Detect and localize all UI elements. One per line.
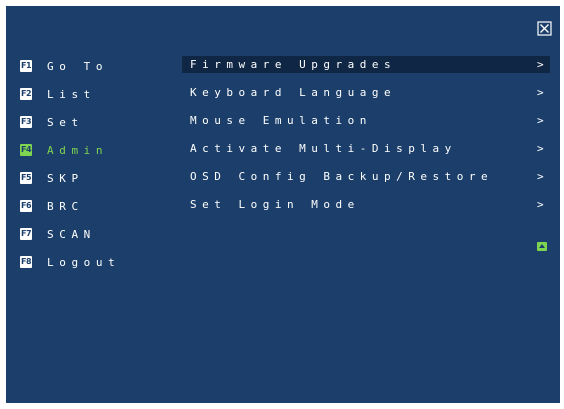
f5-key-icon: F5 bbox=[20, 172, 32, 184]
sidebar-item-label: Admin bbox=[47, 143, 109, 157]
option-activate-multi-display[interactable]: Activate Multi-Display > bbox=[182, 140, 550, 157]
sidebar-item-label: SCAN bbox=[47, 227, 96, 241]
f8-key-icon: F8 bbox=[20, 256, 32, 268]
sidebar-item-label: SKP bbox=[47, 171, 84, 185]
option-label: Set Login Mode bbox=[190, 198, 360, 211]
chevron-right-icon: > bbox=[537, 58, 544, 71]
f6-key-icon: F6 bbox=[20, 200, 32, 212]
f1-key-icon: F1 bbox=[20, 60, 32, 72]
sidebar-item-label: Logout bbox=[47, 255, 121, 269]
sidebar-item-go-to[interactable]: F1 Go To bbox=[20, 57, 108, 75]
chevron-right-icon: > bbox=[537, 142, 544, 155]
f4-key-icon: F4 bbox=[20, 144, 32, 156]
chevron-right-icon: > bbox=[537, 86, 544, 99]
close-icon bbox=[537, 21, 552, 36]
option-mouse-emulation[interactable]: Mouse Emulation > bbox=[182, 112, 550, 129]
sidebar-item-admin[interactable]: F4 Admin bbox=[20, 141, 108, 159]
sidebar-item-skp[interactable]: F5 SKP bbox=[20, 169, 84, 187]
option-firmware-upgrades[interactable]: Firmware Upgrades > bbox=[182, 56, 550, 73]
sidebar-item-scan[interactable]: F7 SCAN bbox=[20, 225, 96, 243]
sidebar-item-label: Go To bbox=[47, 59, 109, 73]
option-keyboard-language[interactable]: Keyboard Language > bbox=[182, 84, 550, 101]
chevron-right-icon: > bbox=[537, 198, 544, 211]
option-label: OSD Config Backup/Restore bbox=[190, 170, 494, 183]
sidebar-item-label: BRC bbox=[47, 199, 84, 213]
f2-key-icon: F2 bbox=[20, 88, 32, 100]
osd-window: F1 Go To F2 List F3 Set F4 Admin F5 SKP … bbox=[6, 6, 560, 403]
chevron-right-icon: > bbox=[537, 170, 544, 183]
close-button[interactable] bbox=[537, 21, 552, 36]
sidebar-item-label: Set bbox=[47, 115, 84, 129]
sidebar-item-list[interactable]: F2 List bbox=[20, 85, 96, 103]
option-label: Activate Multi-Display bbox=[190, 142, 457, 155]
chevron-right-icon: > bbox=[537, 114, 544, 127]
sidebar-item-brc[interactable]: F6 BRC bbox=[20, 197, 84, 215]
option-label: Keyboard Language bbox=[190, 86, 397, 99]
scroll-up-icon[interactable] bbox=[537, 242, 547, 251]
option-label: Mouse Emulation bbox=[190, 114, 372, 127]
f7-key-icon: F7 bbox=[20, 228, 32, 240]
option-label: Firmware Upgrades bbox=[190, 58, 397, 71]
option-set-login-mode[interactable]: Set Login Mode > bbox=[182, 196, 550, 213]
sidebar-item-set[interactable]: F3 Set bbox=[20, 113, 84, 131]
f3-key-icon: F3 bbox=[20, 116, 32, 128]
sidebar-item-label: List bbox=[47, 87, 96, 101]
option-osd-config-backup-restore[interactable]: OSD Config Backup/Restore > bbox=[182, 168, 550, 185]
sidebar-item-logout[interactable]: F8 Logout bbox=[20, 253, 120, 271]
